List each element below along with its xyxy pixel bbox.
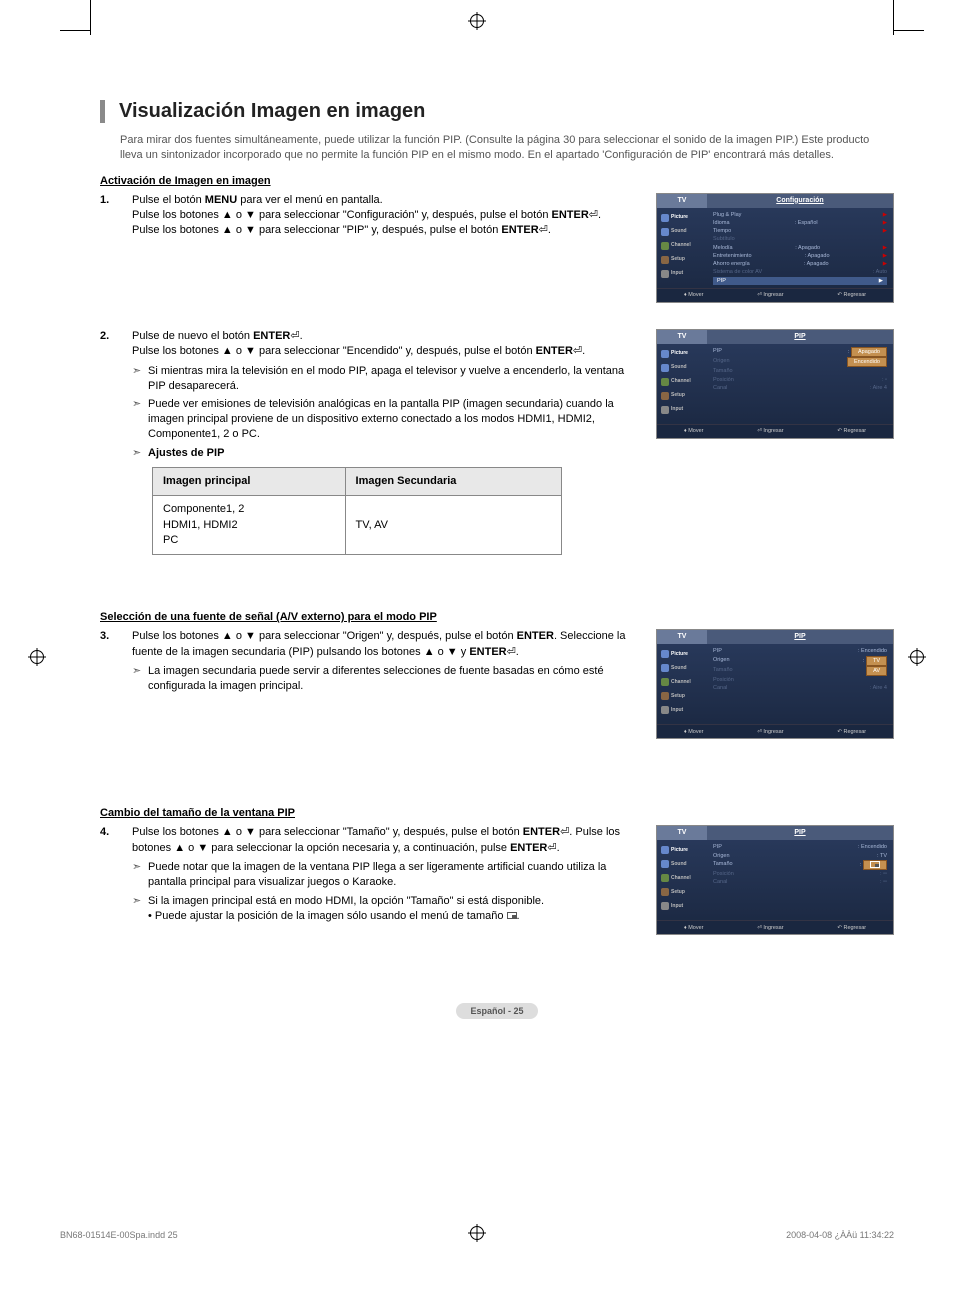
- osd-screenshot-pip-onoff: TVPIP Picture Sound Channel Setup Input …: [656, 329, 894, 439]
- osd-screenshot-pip-origen: TVPIP Picture Sound Channel Setup Input …: [656, 629, 894, 739]
- note: Puede notar que la imagen de la ventana …: [132, 860, 636, 890]
- note: Si la imagen principal está en modo HDMI…: [132, 894, 636, 924]
- intro-paragraph: Para mirar dos fuentes simultáneamente, …: [100, 133, 894, 163]
- doc-filename: BN68-01514E-00Spa.indd 25: [60, 1230, 178, 1240]
- step-2: Pulse de nuevo el botón ENTER⏎. Pulse lo…: [100, 329, 636, 555]
- pip-size-icon: [507, 912, 517, 919]
- registration-mark: [470, 1226, 484, 1240]
- osd-screenshot-configuracion: TVConfiguración Picture Sound Channel Se…: [656, 193, 894, 303]
- note: Ajustes de PIP: [132, 446, 636, 461]
- page-title: Visualización Imagen en imagen: [119, 100, 894, 123]
- osd-screenshot-pip-tamano: TVPIP Picture Sound Channel Setup Input …: [656, 825, 894, 935]
- note: Si mientras mira la televisión en el mod…: [132, 364, 636, 394]
- pip-settings-table: Imagen principalImagen Secundaria Compon…: [152, 467, 562, 556]
- step-list: Pulse el botón MENU para ver el menú en …: [100, 193, 636, 239]
- page-number: Español - 25: [100, 1003, 894, 1019]
- section-heading: Selección de una fuente de señal (A/V ex…: [100, 611, 894, 623]
- step-3: Pulse los botones ▲ o ▼ para seleccionar…: [100, 629, 636, 693]
- step-4: Pulse los botones ▲ o ▼ para seleccionar…: [100, 825, 636, 923]
- doc-timestamp: 2008-04-08 ¿ÀÀü 11:34:22: [786, 1230, 894, 1240]
- section-heading: Activación de Imagen en imagen: [100, 175, 894, 187]
- page-content: Visualización Imagen en imagen Para mira…: [0, 0, 954, 1230]
- step-1: Pulse el botón MENU para ver el menú en …: [100, 193, 636, 239]
- title-bar: Visualización Imagen en imagen: [100, 100, 894, 123]
- note: La imagen secundaria puede servir a dife…: [132, 664, 636, 694]
- note: Puede ver emisiones de televisión analóg…: [132, 397, 636, 442]
- section-heading: Cambio del tamaño de la ventana PIP: [100, 807, 894, 819]
